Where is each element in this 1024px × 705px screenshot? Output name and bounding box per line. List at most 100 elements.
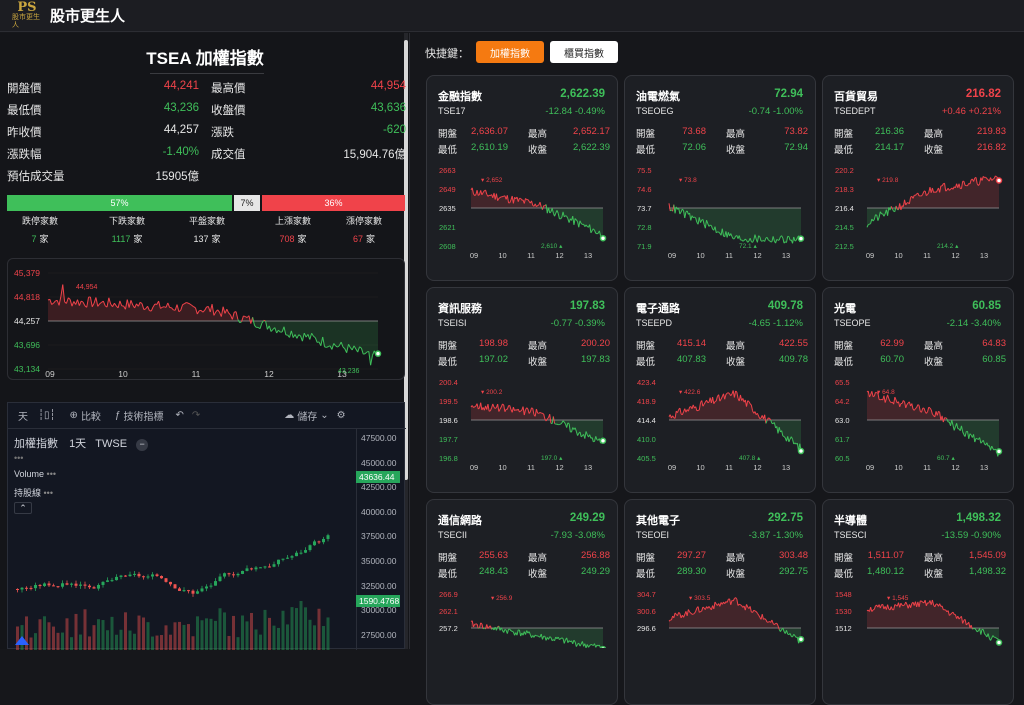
candle-body <box>88 586 91 588</box>
last-point <box>997 449 1002 454</box>
price-segment <box>943 418 944 422</box>
mini-y-label: 2635 <box>439 204 456 213</box>
mini-y-label: 200.4 <box>439 378 458 387</box>
candle-body <box>282 559 285 560</box>
tv-logo-icon[interactable] <box>14 633 30 647</box>
price-segment <box>693 613 694 614</box>
sector-card[interactable]: 光電60.85TSEOPE-2.14 -3.40%開盤62.99最高64.83最… <box>822 287 1014 493</box>
close-label: 收盤 <box>924 566 943 580</box>
cloud-icon[interactable]: ☁ <box>284 410 294 421</box>
price-segment <box>918 405 919 406</box>
mini-y-label: 73.7 <box>637 204 652 213</box>
high-value: 256.88 <box>581 550 610 561</box>
volume-bar <box>174 622 177 650</box>
volume-bar <box>214 621 217 650</box>
sector-card[interactable]: 油電燃氣72.94TSEOEG-0.74 -1.00%開盤73.68最高73.8… <box>624 75 816 281</box>
compare-icon[interactable]: ⊕ <box>70 410 78 421</box>
sector-price: 197.83 <box>570 300 605 312</box>
volume-bar <box>147 622 150 650</box>
open-value: 297.27 <box>677 550 706 561</box>
mini-y-label: 405.5 <box>637 454 656 463</box>
candle-body <box>313 541 316 545</box>
tv-chart-widget[interactable]: 天 ┆▯┆ ⊕ 比較 ƒ 技術指標 ↶ ↷ ☁ 儲存 ⌄ ⚙ 加權指數 1天 T… <box>7 402 405 649</box>
volume-bar <box>282 611 285 650</box>
tv-price-axis[interactable]: 47500.0045000.0042500.0040000.0037500.00… <box>356 429 406 650</box>
stat-row: 預估成交量15905億 <box>7 168 407 188</box>
price-segment <box>669 203 670 211</box>
sector-card[interactable]: 金融指數2,622.39TSE17-12.84 -0.49%開盤2,636.07… <box>426 75 618 281</box>
breadth-count-label: 漲停家數 <box>334 214 394 227</box>
compare-button[interactable]: 比較 <box>81 408 101 423</box>
mini-x-label: 11 <box>725 463 733 472</box>
app-logo[interactable]: PS 股市更生人 <box>12 3 42 29</box>
open-label: 開盤 <box>834 338 853 352</box>
volume-bar <box>106 630 109 650</box>
volume-bar <box>192 636 195 650</box>
save-button[interactable]: 儲存 <box>297 408 317 423</box>
index-title: TSEA 加權指數 <box>0 44 410 69</box>
breadth-count: 上漲家數708家 <box>263 214 323 245</box>
breadth-flat-segment: 7% <box>234 195 260 211</box>
candle-body <box>129 575 132 576</box>
indicators-icon[interactable]: ƒ <box>115 410 121 421</box>
mini-y-label: 257.2 <box>439 624 458 633</box>
price-segment <box>478 628 479 629</box>
sector-price: 409.78 <box>768 300 803 312</box>
interval-button[interactable]: 天 <box>18 408 28 423</box>
sector-card[interactable]: 百貨貿易216.82TSEDEPT+0.46 +0.21%開盤216.36最高2… <box>822 75 1014 281</box>
stat-value: 43,236 <box>164 102 199 114</box>
sector-card[interactable]: 通信網路249.29TSECII-7.93 -3.08%開盤255.63最高25… <box>426 499 618 705</box>
stat-label: 預估成交量 <box>7 168 65 184</box>
mini-y-label: 64.2 <box>835 397 850 406</box>
volume-bar <box>237 637 240 650</box>
volume-price-tag: 1590.4768 <box>356 595 400 607</box>
high-label: 最高 <box>924 126 943 140</box>
shortcut-taiex-button[interactable]: 加權指數 <box>476 41 544 63</box>
open-value: 216.36 <box>875 126 904 137</box>
price-segment <box>500 197 501 198</box>
title-divider <box>150 73 264 74</box>
sector-ohlc-row: 開盤216.36最高219.83 <box>834 126 1006 138</box>
volume-bar <box>232 616 235 650</box>
candle-body <box>196 591 199 593</box>
sector-card[interactable]: 其他電子292.75TSEOEI-3.87 -1.30%開盤297.27最高30… <box>624 499 816 705</box>
sector-ohlc-row: 開盤297.27最高303.48 <box>636 550 808 562</box>
volume-bar <box>156 636 159 650</box>
volume-bar <box>70 637 73 650</box>
chevron-down-icon[interactable]: ⌄ <box>320 410 328 421</box>
sector-change: -0.77 -0.39% <box>551 318 605 329</box>
breadth-count-value: 67家 <box>334 232 394 245</box>
undo-icon[interactable]: ↶ <box>176 410 184 421</box>
candle-body <box>124 576 127 577</box>
price-axis-label: 35000.00 <box>361 556 396 566</box>
breadth-count-value: 137家 <box>177 232 237 245</box>
volume-bar <box>268 618 271 650</box>
sector-card[interactable]: 資訊服務197.83TSEISI-0.77 -0.39%開盤198.98最高20… <box>426 287 618 493</box>
open-label: 開盤 <box>438 550 457 564</box>
indicators-button[interactable]: 技術指標 <box>124 408 164 423</box>
candle-body <box>138 574 141 576</box>
candle-body <box>219 577 222 582</box>
price-segment <box>540 412 541 413</box>
redo-icon[interactable]: ↷ <box>192 410 200 421</box>
mini-low-marker: 60.7 ▴ <box>937 455 955 462</box>
open-label: 開盤 <box>438 338 457 352</box>
shortcut-otc-button[interactable]: 櫃買指數 <box>550 41 618 63</box>
index-intraday-chart[interactable]: 45,37944,81844,25743,69643,1340910111213… <box>7 258 405 380</box>
mini-x-label: 09 <box>866 463 874 472</box>
low-value: 72.06 <box>682 142 706 153</box>
open-value: 73.68 <box>682 126 706 137</box>
settings-gear-icon[interactable]: ⚙ <box>337 410 346 421</box>
mini-high-marker: ▾ 2,652 <box>481 177 503 184</box>
mini-y-label: 1512 <box>835 624 852 633</box>
sector-code: TSECII <box>438 530 467 540</box>
high-value: 200.20 <box>581 338 610 349</box>
count-unit: 家 <box>212 234 221 244</box>
sector-card[interactable]: 半導體1,498.32TSESCI-13.59 -0.90%開盤1,511.07… <box>822 499 1014 705</box>
price-segment <box>243 316 245 317</box>
volume-bar <box>228 636 231 650</box>
sector-card[interactable]: 電子通路409.78TSEEPD-4.65 -1.12%開盤415.14最高42… <box>624 287 816 493</box>
candle-style-icon[interactable]: ┆▯┆ <box>38 410 56 421</box>
price-segment <box>538 636 539 637</box>
price-segment <box>568 423 569 424</box>
